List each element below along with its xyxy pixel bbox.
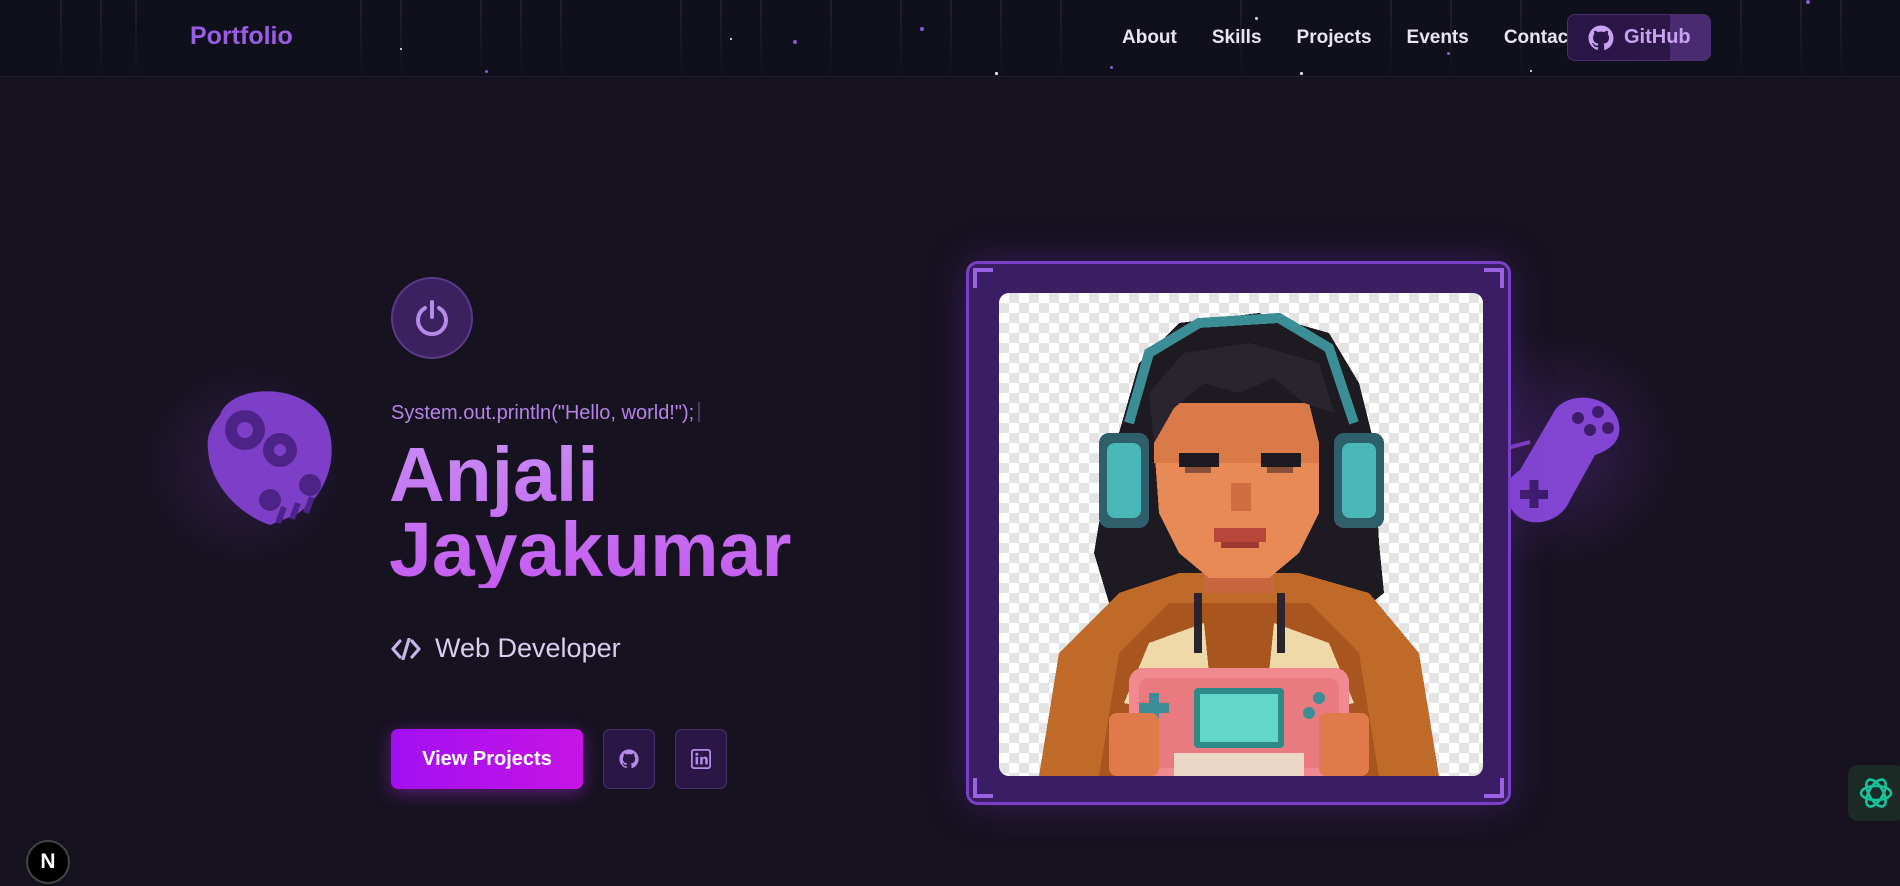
power-button[interactable] [391, 277, 473, 359]
github-button-label: GitHub [1624, 26, 1691, 48]
hero-name: Anjali Jayakumar [389, 438, 791, 588]
name-first: Anjali [389, 432, 599, 518]
linkedin-icon [691, 749, 711, 769]
role-line: Web Developer [391, 633, 621, 664]
power-icon [416, 300, 448, 337]
portrait-frame [966, 261, 1511, 805]
frame-corner-bottom-right [1484, 778, 1504, 798]
frame-corner-bottom-left [973, 778, 993, 798]
nav-link-contact[interactable]: Contact [1504, 27, 1575, 49]
github-button[interactable]: GitHub [1567, 14, 1711, 61]
nextjs-dev-badge[interactable]: N [26, 840, 70, 884]
view-projects-button[interactable]: View Projects [391, 729, 583, 789]
brand-logo[interactable]: Portfolio [190, 22, 293, 51]
openai-icon [1859, 778, 1893, 808]
pixel-art-portrait [999, 293, 1483, 776]
nav-link-about[interactable]: About [1122, 27, 1177, 49]
name-last: Jayakumar [389, 507, 792, 593]
code-icon [391, 637, 421, 660]
robot-gear-icon [207, 391, 332, 525]
gamepad-icon [1500, 397, 1620, 523]
typing-code-line: System.out.println("Hello, world!"); [391, 402, 701, 425]
frame-corner-top-left [973, 268, 993, 288]
pixel-avatar-image [1039, 312, 1439, 776]
frame-corner-top-right [1484, 268, 1504, 288]
nav-link-events[interactable]: Events [1407, 27, 1469, 49]
code-line-text: System.out.println("Hello, world!"); [391, 402, 695, 424]
role-label: Web Developer [435, 633, 621, 663]
nav-link-skills[interactable]: Skills [1212, 27, 1262, 49]
nav-links: About Skills Projects Events Contact [1122, 27, 1610, 49]
github-icon [619, 749, 639, 769]
github-icon [1588, 25, 1614, 50]
social-linkedin-button[interactable] [675, 729, 727, 789]
typing-cursor [698, 402, 701, 422]
nav-link-projects[interactable]: Projects [1297, 27, 1372, 49]
navbar: Portfolio About Skills Projects Events C… [0, 0, 1900, 77]
ai-assistant-button[interactable] [1848, 765, 1900, 821]
social-github-button[interactable] [603, 729, 655, 789]
